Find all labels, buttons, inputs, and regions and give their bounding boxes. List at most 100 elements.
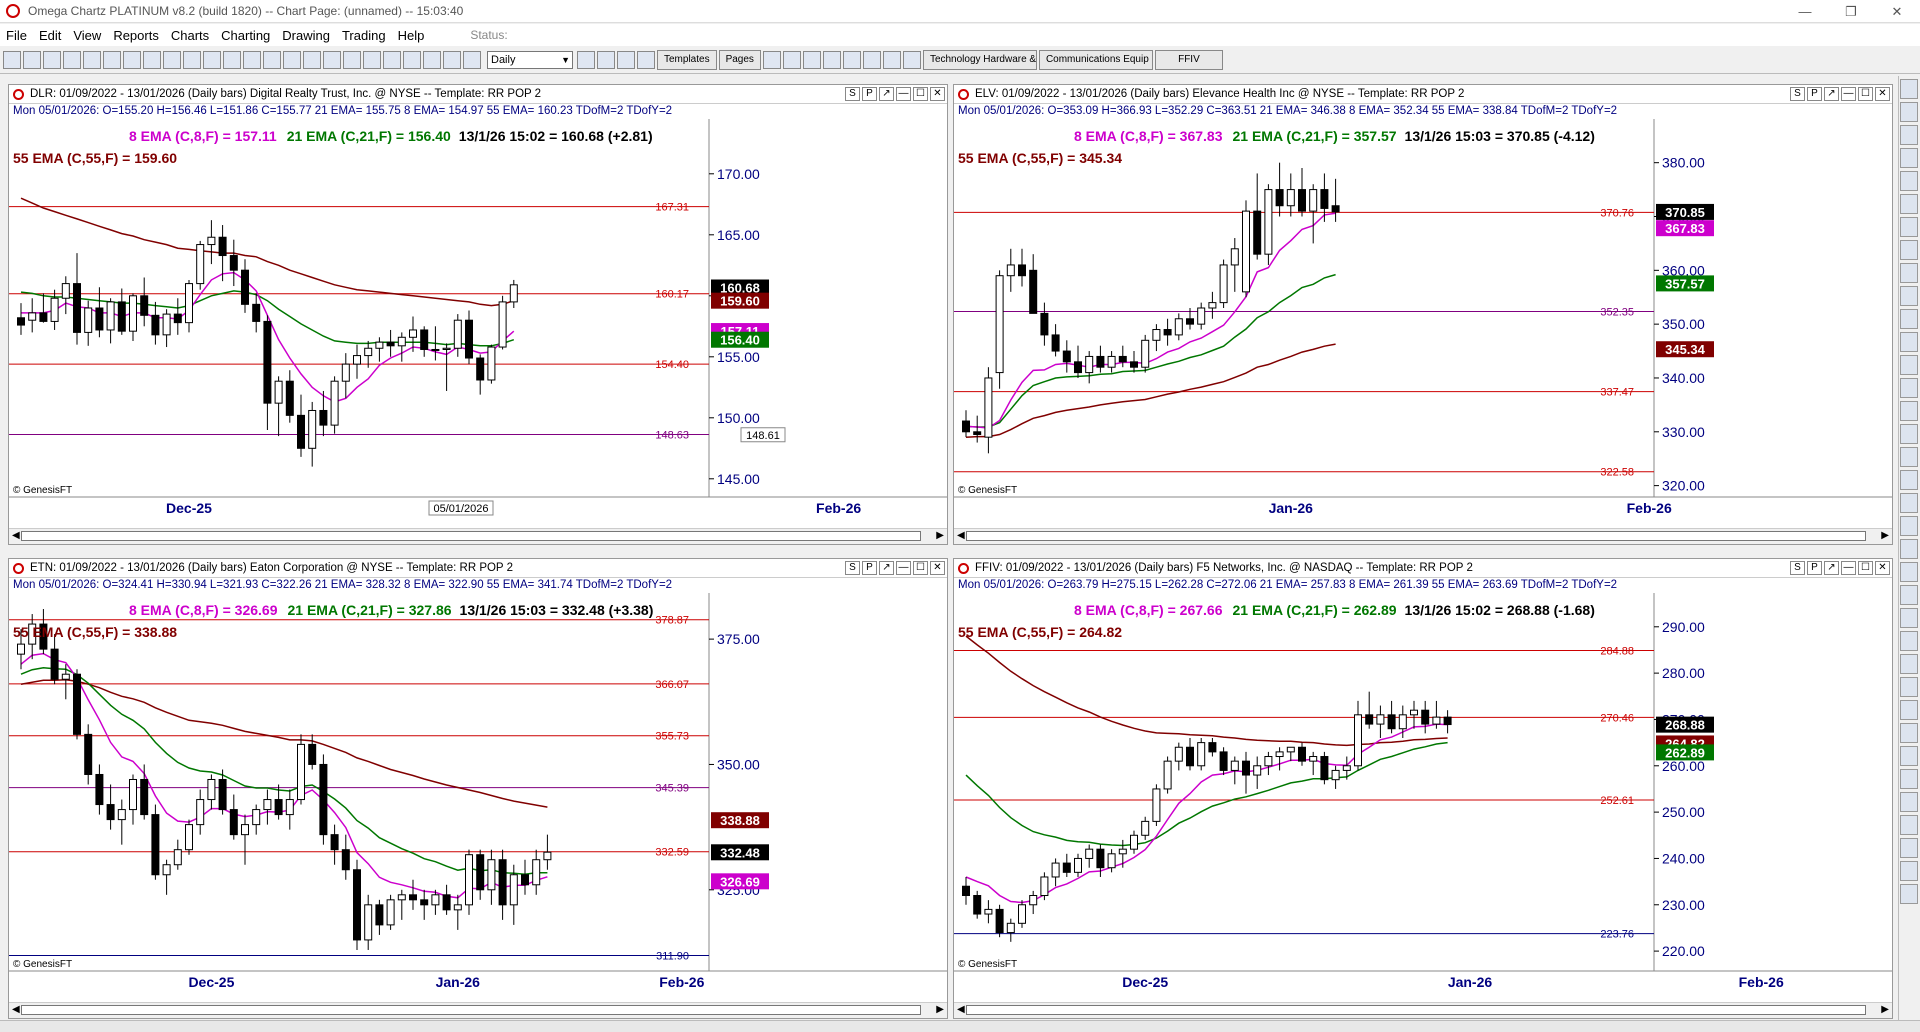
restore-button[interactable]: ❐ xyxy=(1828,0,1874,23)
panel-s-button[interactable]: S xyxy=(845,561,860,575)
scroll-left-icon[interactable]: ◀ xyxy=(12,529,20,543)
panel-popout-button[interactable]: ↗ xyxy=(1824,561,1839,575)
toolbar-icon[interactable] xyxy=(183,51,201,69)
toolbar-icon[interactable] xyxy=(637,51,655,69)
panel-maximize-button[interactable]: ☐ xyxy=(913,561,928,575)
tool-icon[interactable] xyxy=(1900,539,1918,559)
comm-equip-button[interactable]: Communications Equip xyxy=(1038,50,1153,70)
panel-popout-button[interactable]: ↗ xyxy=(879,561,894,575)
toolbar-icon[interactable] xyxy=(43,51,61,69)
ffiv-button[interactable]: FFIV xyxy=(1154,50,1223,70)
toolbar-icon[interactable] xyxy=(143,51,161,69)
toolbar-icon[interactable] xyxy=(383,51,401,69)
tool-icon[interactable] xyxy=(1900,217,1918,237)
tool-icon[interactable] xyxy=(1900,516,1918,536)
toolbar-icon[interactable] xyxy=(842,51,861,69)
tool-icon[interactable] xyxy=(1900,700,1918,720)
panel-minimize-button[interactable]: — xyxy=(1841,87,1856,101)
menu-charting[interactable]: Charting xyxy=(215,28,276,43)
toolbar-icon[interactable] xyxy=(263,51,281,69)
tool-icon[interactable] xyxy=(1900,884,1918,904)
toolbar-icon[interactable] xyxy=(303,51,321,69)
tool-icon[interactable] xyxy=(1900,424,1918,444)
tool-icon[interactable] xyxy=(1900,677,1918,697)
tool-icon[interactable] xyxy=(1900,838,1918,858)
panel-maximize-button[interactable]: ☐ xyxy=(913,87,928,101)
menu-view[interactable]: View xyxy=(67,28,107,43)
tech-hardware-button[interactable]: Technology Hardware & xyxy=(922,50,1037,70)
panel-close-button[interactable]: ✕ xyxy=(1875,561,1890,575)
toolbar-icon[interactable] xyxy=(123,51,141,69)
toolbar-icon[interactable] xyxy=(363,51,381,69)
menu-reports[interactable]: Reports xyxy=(107,28,165,43)
scroll-left-icon[interactable]: ◀ xyxy=(957,1003,965,1017)
menu-drawing[interactable]: Drawing xyxy=(276,28,336,43)
tool-icon[interactable] xyxy=(1900,79,1918,99)
scroll-thumb[interactable] xyxy=(966,531,1866,541)
panel-popout-button[interactable]: ↗ xyxy=(879,87,894,101)
horizontal-scrollbar[interactable]: ◀ ▶ xyxy=(954,1002,1892,1018)
menu-charts[interactable]: Charts xyxy=(165,28,215,43)
tool-icon[interactable] xyxy=(1900,194,1918,214)
tool-icon[interactable] xyxy=(1900,263,1918,283)
scroll-right-icon[interactable]: ▶ xyxy=(936,1003,944,1017)
pages-button[interactable]: Pages xyxy=(718,50,761,70)
toolbar-icon[interactable] xyxy=(223,51,241,69)
tool-icon[interactable] xyxy=(1900,286,1918,306)
panel-close-button[interactable]: ✕ xyxy=(930,561,945,575)
tool-icon[interactable] xyxy=(1900,309,1918,329)
toolbar-icon[interactable] xyxy=(617,51,635,69)
toolbar-icon[interactable] xyxy=(862,51,881,69)
scroll-left-icon[interactable]: ◀ xyxy=(957,529,965,543)
toolbar-icon[interactable] xyxy=(423,51,441,69)
panel-popout-button[interactable]: ↗ xyxy=(1824,87,1839,101)
tool-icon[interactable] xyxy=(1900,654,1918,674)
scroll-thumb[interactable] xyxy=(966,1005,1866,1015)
toolbar-icon[interactable] xyxy=(443,51,461,69)
tool-icon[interactable] xyxy=(1900,125,1918,145)
scroll-thumb[interactable] xyxy=(21,531,921,541)
menu-file[interactable]: File xyxy=(0,28,33,43)
panel-s-button[interactable]: S xyxy=(1790,87,1805,101)
panel-close-button[interactable]: ✕ xyxy=(1875,87,1890,101)
toolbar-icon[interactable] xyxy=(762,51,781,69)
chart-area[interactable]: 145.00150.00155.00160.00165.00170.00Dec-… xyxy=(9,119,947,532)
tool-icon[interactable] xyxy=(1900,562,1918,582)
tool-icon[interactable] xyxy=(1900,608,1918,628)
tool-icon[interactable] xyxy=(1900,769,1918,789)
toolbar-icon[interactable] xyxy=(782,51,801,69)
tool-icon[interactable] xyxy=(1900,240,1918,260)
tool-icon[interactable] xyxy=(1900,378,1918,398)
tool-icon[interactable] xyxy=(1900,792,1918,812)
panel-minimize-button[interactable]: — xyxy=(1841,561,1856,575)
tool-icon[interactable] xyxy=(1900,355,1918,375)
tool-icon[interactable] xyxy=(1900,447,1918,467)
tool-icon[interactable] xyxy=(1900,585,1918,605)
horizontal-scrollbar[interactable]: ◀ ▶ xyxy=(954,528,1892,544)
panel-maximize-button[interactable]: ☐ xyxy=(1858,561,1873,575)
chart-area[interactable]: 320.00330.00340.00350.00360.00370.00380.… xyxy=(954,119,1892,532)
toolbar-icon[interactable] xyxy=(822,51,841,69)
minimize-button[interactable]: — xyxy=(1782,0,1828,23)
toolbar-icon[interactable] xyxy=(83,51,101,69)
panel-close-button[interactable]: ✕ xyxy=(930,87,945,101)
toolbar-icon[interactable] xyxy=(902,51,921,69)
toolbar-icon[interactable] xyxy=(343,51,361,69)
toolbar-icon[interactable] xyxy=(163,51,181,69)
menu-help[interactable]: Help xyxy=(392,28,431,43)
toolbar-icon[interactable] xyxy=(323,51,341,69)
scroll-right-icon[interactable]: ▶ xyxy=(1881,529,1889,543)
toolbar-icon[interactable] xyxy=(103,51,121,69)
close-button[interactable]: ✕ xyxy=(1874,0,1920,23)
tool-icon[interactable] xyxy=(1900,102,1918,122)
menu-edit[interactable]: Edit xyxy=(33,28,67,43)
scroll-right-icon[interactable]: ▶ xyxy=(936,529,944,543)
chart-area[interactable]: 220.00230.00240.00250.00260.00270.00280.… xyxy=(954,593,1892,1006)
toolbar-icon[interactable] xyxy=(597,51,615,69)
chart-area[interactable]: 325.00 350.00 375.00 Dec-25 Jan-26 Feb-26 378.… xyxy=(9,593,947,1006)
tool-icon[interactable] xyxy=(1900,470,1918,490)
panel-s-button[interactable]: S xyxy=(845,87,860,101)
panel-minimize-button[interactable]: — xyxy=(896,561,911,575)
toolbar-icon[interactable] xyxy=(63,51,81,69)
toolbar-icon[interactable] xyxy=(203,51,221,69)
